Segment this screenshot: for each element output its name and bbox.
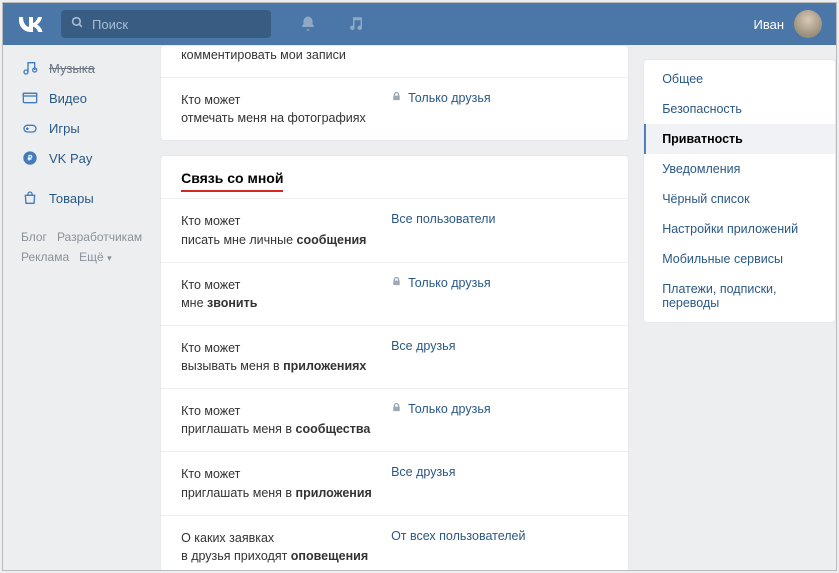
footer-link-more[interactable]: Ещё ▾ [79,250,111,264]
settings-main: комментировать мои записи Кто может отме… [160,45,629,571]
setting-row[interactable]: Кто можетприглашать меня в приложения Все… [161,452,628,515]
settings-tab[interactable]: Уведомления [644,154,835,184]
settings-tab[interactable]: Приватность [644,124,835,154]
nav-label: VK Pay [49,151,92,166]
section-title: Связь со мной [181,170,283,192]
lock-icon [391,276,402,290]
video-icon [21,89,39,107]
header: Иван [3,3,836,45]
nav-label: Видео [49,91,87,106]
nav-item-market[interactable]: Товары [3,183,152,213]
nav-item-video[interactable]: Видео [3,83,152,113]
settings-tab[interactable]: Безопасность [644,94,835,124]
music-icon[interactable] [347,15,365,33]
notifications-icon[interactable] [299,15,317,33]
setting-row[interactable]: Кто можетписать мне личные сообщения Все … [161,199,628,262]
settings-tab[interactable]: Чёрный список [644,184,835,214]
settings-tabs: ОбщееБезопасностьПриватностьУведомленияЧ… [643,45,836,571]
profile-name: Иван [753,17,784,32]
setting-row[interactable]: Кто может отмечать меня на фотографиях Т… [161,78,628,140]
nav-label: Товары [49,191,94,206]
vk-logo[interactable] [17,16,43,32]
setting-label: Кто можетписать мне личные сообщения [181,212,381,248]
footer-link-ads[interactable]: Реклама [21,250,69,264]
settings-tab[interactable]: Платежи, подписки, переводы [644,274,835,318]
nav-footer: Блог Разработчикам Реклама Ещё ▾ [3,213,152,268]
settings-card-top: комментировать мои записи Кто может отме… [160,45,629,141]
nav-item-games[interactable]: Игры [3,113,152,143]
setting-row[interactable]: Кто можетмне звонить Только друзья [161,263,628,326]
setting-label: Кто можетприглашать меня в приложения [181,465,381,501]
nav-item-music[interactable]: Музыка [3,53,152,83]
setting-label: Кто можетприглашать меня в сообщества [181,402,381,438]
setting-value[interactable]: От всех пользователей [391,529,525,543]
settings-card-contact: Связь со мной Кто можетписать мне личные… [160,155,629,571]
settings-tab[interactable]: Общее [644,64,835,94]
settings-tab[interactable]: Мобильные сервисы [644,244,835,274]
avatar [794,10,822,38]
music-list-icon [21,59,39,77]
setting-label: комментировать мои записи [181,46,381,64]
setting-value[interactable]: Все пользователи [391,212,495,226]
section-header: Связь со мной [161,156,628,199]
setting-label: О каких заявкахв друзья приходят оповеще… [181,529,381,565]
chevron-down-icon: ▾ [107,253,112,263]
vkpay-icon: ₽ [21,149,39,167]
settings-tab[interactable]: Настройки приложений [644,214,835,244]
left-nav: Музыка Видео Игры ₽ VK Pay Товары [3,45,152,571]
search-input[interactable] [92,17,261,32]
setting-row[interactable]: О каких заявкахв друзья приходят оповеще… [161,516,628,571]
setting-value[interactable]: Только друзья [391,402,491,416]
games-icon [21,119,39,137]
setting-row[interactable]: Кто можетприглашать меня в сообщества Тол… [161,389,628,452]
profile-menu[interactable]: Иван [753,10,822,38]
setting-label: Кто может отмечать меня на фотографиях [181,91,381,127]
setting-value[interactable]: Только друзья [391,91,491,105]
setting-row[interactable]: комментировать мои записи [161,46,628,78]
setting-label: Кто можетмне звонить [181,276,381,312]
svg-text:₽: ₽ [28,154,33,163]
setting-label: Кто можетвызывать меня в приложениях [181,339,381,375]
setting-value[interactable]: Все друзья [391,339,455,353]
lock-icon [391,91,402,105]
setting-row[interactable]: Кто можетвызывать меня в приложениях Все … [161,326,628,389]
setting-value[interactable]: Только друзья [391,276,491,290]
vk-logo-icon [17,16,43,32]
setting-value[interactable]: Все друзья [391,465,455,479]
nav-label: Музыка [49,61,95,76]
nav-item-vkpay[interactable]: ₽ VK Pay [3,143,152,173]
top-icons [299,15,365,33]
footer-link-devs[interactable]: Разработчикам [57,230,142,244]
footer-link-blog[interactable]: Блог [21,230,47,244]
nav-label: Игры [49,121,80,136]
market-icon [21,189,39,207]
search-box[interactable] [61,10,271,38]
lock-icon [391,402,402,416]
search-icon [71,16,84,32]
